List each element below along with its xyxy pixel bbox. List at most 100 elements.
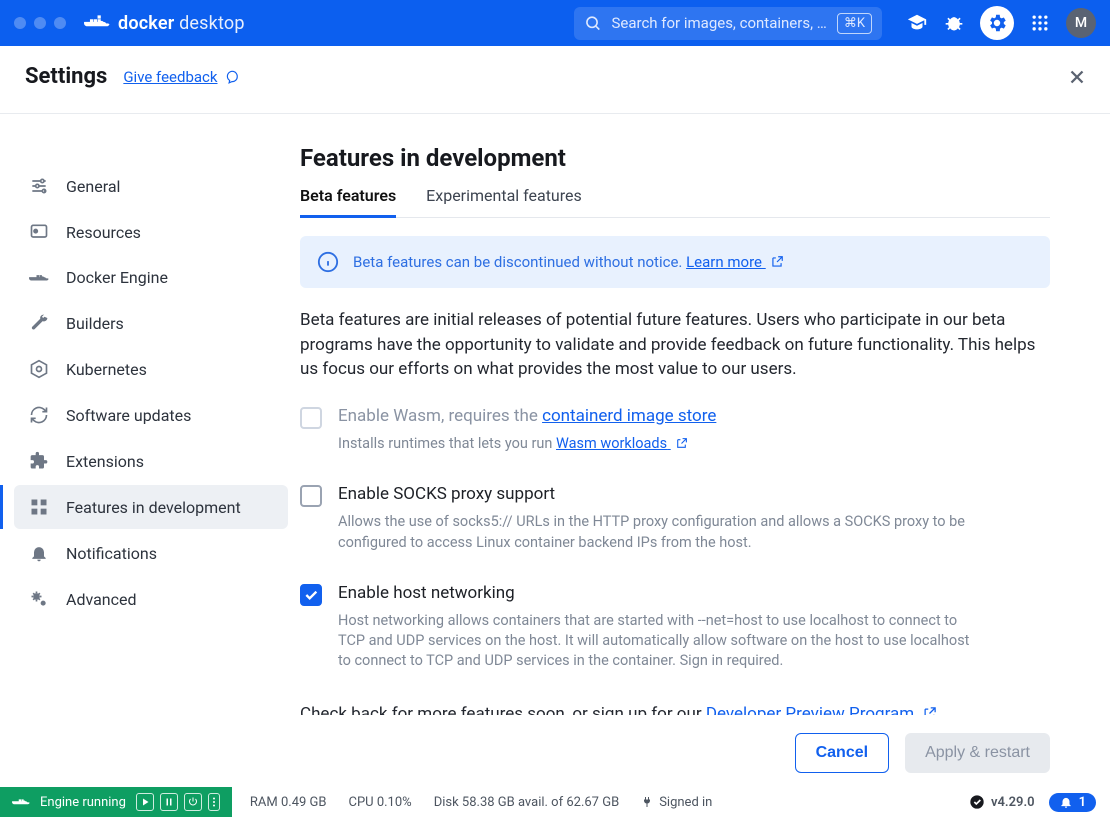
beta-description: Beta features are initial releases of po… — [300, 308, 1050, 382]
status-disk: Disk 58.38 GB avail. of 62.67 GB — [434, 795, 620, 810]
settings-sidebar: General Resources Docker Engine Builders… — [0, 114, 300, 715]
signup-text: Check back for more features soon, or si… — [300, 704, 1050, 715]
engine-more-button[interactable] — [208, 793, 220, 811]
brand: docker desktop — [84, 13, 245, 34]
check-circle-icon — [969, 794, 985, 810]
sidebar-item-docker-engine[interactable]: Docker Engine — [14, 256, 288, 299]
sidebar-label: Software updates — [66, 406, 191, 425]
info-icon — [317, 251, 339, 273]
docker-whale-icon — [84, 13, 110, 33]
status-signed-in: Signed in — [659, 795, 712, 810]
close-settings-button[interactable] — [1066, 66, 1088, 88]
update-icon — [28, 405, 50, 425]
status-ram: RAM 0.49 GB — [250, 795, 327, 810]
content-panel: Features in development Beta features Ex… — [300, 114, 1110, 715]
search-bar[interactable]: Search for images, containers, v… ⌘K — [574, 7, 882, 40]
option-title: Enable SOCKS proxy support — [338, 484, 978, 504]
plug-icon — [641, 795, 653, 809]
notifications-badge[interactable]: 1 — [1049, 793, 1096, 812]
sidebar-label: Docker Engine — [66, 268, 168, 287]
sidebar-label: Kubernetes — [66, 360, 147, 379]
sidebar-item-features-in-development[interactable]: Features in development — [14, 485, 288, 529]
user-avatar[interactable]: M — [1066, 8, 1096, 38]
sidebar-item-software-updates[interactable]: Software updates — [14, 393, 288, 437]
tab-beta-features[interactable]: Beta features — [300, 186, 396, 218]
wasm-workloads-link[interactable]: Wasm workloads — [556, 435, 688, 452]
sidebar-label: Builders — [66, 314, 124, 333]
sidebar-label: Extensions — [66, 452, 144, 471]
sidebar-label: Notifications — [66, 544, 157, 563]
option-enable-host-networking[interactable]: Enable host networking Host networking a… — [300, 583, 1050, 672]
engine-pause-button[interactable] — [160, 793, 178, 811]
whale-icon — [12, 795, 30, 809]
sidebar-item-resources[interactable]: Resources — [14, 210, 288, 254]
sidebar-item-kubernetes[interactable]: Kubernetes — [14, 347, 288, 391]
engine-status[interactable]: Engine running — [0, 787, 232, 817]
bell-icon — [1059, 795, 1073, 809]
notifications-count: 1 — [1079, 795, 1086, 810]
brand-bold: docker — [118, 13, 174, 34]
tab-experimental-features[interactable]: Experimental features — [426, 186, 582, 217]
learn-icon[interactable] — [906, 12, 928, 34]
title-actions: M — [906, 6, 1096, 40]
external-link-icon — [770, 255, 784, 269]
feedback-icon — [224, 70, 240, 84]
resources-icon — [28, 222, 50, 242]
bell-icon — [28, 543, 50, 563]
checkbox-socks-proxy[interactable] — [300, 485, 322, 507]
search-placeholder: Search for images, containers, v… — [611, 14, 826, 32]
feature-tabs: Beta features Experimental features — [300, 186, 1050, 218]
notice-learn-more-link[interactable]: Learn more — [686, 253, 784, 271]
bug-icon[interactable] — [944, 13, 964, 33]
gears-icon — [28, 589, 50, 609]
external-link-icon — [675, 437, 688, 450]
containerd-image-store-link[interactable]: containerd image store — [542, 406, 716, 426]
give-feedback-link[interactable]: Give feedback — [123, 68, 239, 86]
sidebar-item-general[interactable]: General — [14, 164, 288, 208]
checkmark-icon — [303, 587, 319, 603]
option-title: Enable host networking — [338, 583, 978, 603]
sidebar-item-extensions[interactable]: Extensions — [14, 439, 288, 483]
status-version: v4.29.0 — [991, 795, 1035, 810]
apps-grid-icon[interactable] — [1030, 13, 1050, 33]
external-link-icon — [922, 706, 937, 715]
sidebar-item-notifications[interactable]: Notifications — [14, 531, 288, 575]
engine-status-text: Engine running — [40, 795, 126, 810]
settings-header: Settings Give feedback — [0, 46, 1110, 114]
window-controls[interactable] — [14, 17, 66, 29]
settings-icon-active[interactable] — [980, 6, 1014, 40]
sliders-icon — [28, 176, 50, 196]
section-title: Features in development — [300, 144, 1050, 172]
beta-notice: Beta features can be discontinued withou… — [300, 236, 1050, 288]
engine-play-button[interactable] — [136, 793, 154, 811]
cancel-button[interactable]: Cancel — [795, 733, 889, 773]
sidebar-item-advanced[interactable]: Advanced — [14, 577, 288, 621]
checkbox-wasm — [300, 407, 322, 429]
sidebar-item-builders[interactable]: Builders — [14, 301, 288, 345]
developer-preview-link[interactable]: Developer Preview Program — [706, 704, 942, 715]
page-title: Settings — [25, 64, 107, 89]
option-desc: Allows the use of socks5:// URLs in the … — [338, 512, 978, 553]
footer-actions: Cancel Apply & restart — [0, 715, 1110, 787]
status-bar: Engine running RAM 0.49 GB CPU 0.10% Dis… — [0, 787, 1110, 817]
puzzle-icon — [28, 451, 50, 471]
grid-icon — [28, 497, 50, 517]
sidebar-label: Resources — [66, 223, 141, 242]
whale-icon — [28, 270, 50, 286]
notice-text: Beta features can be discontinued withou… — [353, 253, 686, 271]
apply-restart-button: Apply & restart — [905, 733, 1050, 773]
kubernetes-icon — [28, 359, 50, 379]
sidebar-label: Advanced — [66, 590, 137, 609]
status-cpu: CPU 0.10% — [349, 795, 412, 810]
option-desc: Host networking allows containers that a… — [338, 611, 978, 672]
wrench-icon — [28, 313, 50, 333]
checkbox-host-networking[interactable] — [300, 584, 322, 606]
option-enable-wasm: Enable Wasm, requires the containerd ima… — [300, 406, 1050, 454]
option-enable-socks-proxy[interactable]: Enable SOCKS proxy support Allows the us… — [300, 484, 1050, 553]
brand-light: desktop — [179, 13, 245, 34]
close-icon — [1066, 66, 1088, 88]
sidebar-label: Features in development — [66, 498, 241, 517]
engine-power-button[interactable] — [184, 793, 202, 811]
search-icon — [584, 14, 601, 32]
sidebar-label: General — [66, 177, 120, 196]
